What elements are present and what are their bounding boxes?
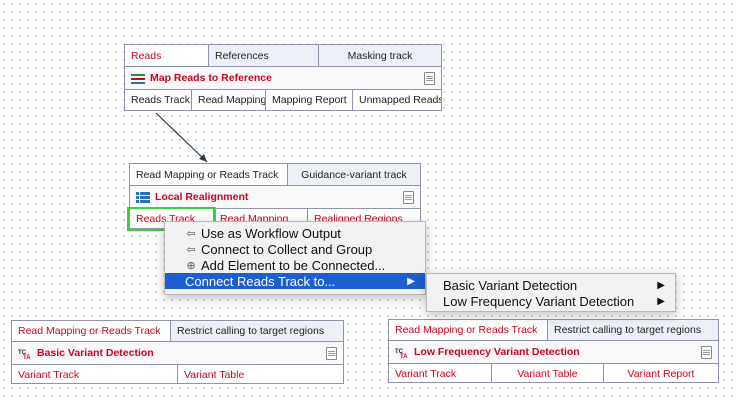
svg-text:TA: TA <box>400 354 408 358</box>
variant-icon: TC TA <box>18 350 31 359</box>
doc-icon[interactable] <box>403 190 414 204</box>
menu-item-connect-reads-track-to[interactable]: Connect Reads Track to... ▶ <box>165 273 425 289</box>
doc-icon[interactable] <box>701 345 712 359</box>
variant-icon: TC TA <box>395 349 408 358</box>
low-freq-title: Low Frequency Variant Detection <box>414 346 580 358</box>
menu-item-label: Add Element to be Connected... <box>201 257 386 273</box>
context-menu: ⇦ Use as Workflow Output ⇦ Connect to Co… <box>164 221 426 295</box>
chevron-right-icon: ▶ <box>407 275 415 287</box>
submenu: Basic Variant Detection ▶ Low Frequency … <box>426 273 676 312</box>
output-variant-table[interactable]: Variant Table <box>492 364 604 383</box>
menu-item-connect-to-collect[interactable]: ⇦ Connect to Collect and Group <box>165 241 425 257</box>
menu-item-label: Connect Reads Track to... <box>185 273 336 289</box>
input-reads[interactable]: Reads <box>125 45 209 66</box>
chevron-right-icon: ▶ <box>657 295 665 307</box>
chevron-right-icon: ▶ <box>657 279 665 291</box>
basic-variant-title: Basic Variant Detection <box>37 347 154 359</box>
map-reads-icon <box>131 73 145 84</box>
input-restrict-calling[interactable]: Restrict calling to target regions <box>548 320 718 340</box>
low-freq-variant-node[interactable]: Read Mapping or Reads Track Restrict cal… <box>388 319 719 383</box>
basic-variant-inputs: Read Mapping or Reads Track Restrict cal… <box>12 321 343 342</box>
input-masking-track[interactable]: Masking track <box>319 45 441 66</box>
menu-item-use-as-workflow-output[interactable]: ⇦ Use as Workflow Output <box>165 225 425 241</box>
submenu-item-low-frequency[interactable]: Low Frequency Variant Detection ▶ <box>427 293 675 309</box>
local-realign-inputs: Read Mapping or Reads Track Guidance-var… <box>130 164 420 186</box>
basic-variant-outputs: Variant Track Variant Table <box>12 365 343 384</box>
map-reads-header[interactable]: Map Reads to Reference <box>125 67 441 90</box>
submenu-item-label: Basic Variant Detection <box>443 277 578 293</box>
submenu-item-basic-variant[interactable]: Basic Variant Detection ▶ <box>427 277 675 293</box>
arrow-left-icon: ⇦ <box>186 243 196 256</box>
output-variant-track[interactable]: Variant Track <box>12 365 178 384</box>
menu-item-add-element[interactable]: ⊕ Add Element to be Connected... <box>165 257 425 273</box>
doc-icon[interactable] <box>326 346 337 360</box>
output-read-mapping[interactable]: Read Mapping <box>192 90 266 110</box>
menu-item-label: Use as Workflow Output <box>201 225 341 241</box>
low-freq-outputs: Variant Track Variant Table Variant Repo… <box>389 364 718 383</box>
input-read-mapping-or-reads-track[interactable]: Read Mapping or Reads Track <box>130 164 288 185</box>
output-unmapped-reads[interactable]: Unmapped Reads <box>353 90 441 110</box>
realign-icon <box>136 191 150 203</box>
reads-track-connection <box>155 112 208 163</box>
output-variant-track[interactable]: Variant Track <box>389 364 492 383</box>
output-reads-track[interactable]: Reads Track <box>125 90 192 110</box>
menu-item-label: Connect to Collect and Group <box>201 241 373 257</box>
map-reads-outputs: Reads Track Read Mapping Mapping Report … <box>125 90 441 110</box>
input-read-mapping-or-reads-track[interactable]: Read Mapping or Reads Track <box>389 320 548 340</box>
svg-text:TA: TA <box>23 355 31 359</box>
input-restrict-calling[interactable]: Restrict calling to target regions <box>171 321 343 341</box>
map-reads-title: Map Reads to Reference <box>150 72 272 84</box>
input-references[interactable]: References <box>209 45 319 66</box>
output-mapping-report[interactable]: Mapping Report <box>266 90 353 110</box>
map-reads-inputs: Reads References Masking track <box>125 45 441 67</box>
map-reads-node[interactable]: Reads References Masking track Map Reads… <box>124 44 442 111</box>
input-guidance-variant-track[interactable]: Guidance-variant track <box>288 164 420 185</box>
input-read-mapping-or-reads-track[interactable]: Read Mapping or Reads Track <box>12 321 171 341</box>
submenu-item-label: Low Frequency Variant Detection <box>443 293 635 309</box>
plus-icon: ⊕ <box>186 259 196 272</box>
arrow-left-icon: ⇦ <box>186 227 196 240</box>
basic-variant-header[interactable]: TC TA Basic Variant Detection <box>12 342 343 365</box>
low-freq-header[interactable]: TC TA Low Frequency Variant Detection <box>389 341 718 364</box>
doc-icon[interactable] <box>424 71 435 85</box>
output-variant-table[interactable]: Variant Table <box>178 365 343 384</box>
basic-variant-node[interactable]: Read Mapping or Reads Track Restrict cal… <box>11 320 344 384</box>
low-freq-inputs: Read Mapping or Reads Track Restrict cal… <box>389 320 718 341</box>
output-variant-report[interactable]: Variant Report <box>604 364 718 383</box>
local-realign-header[interactable]: Local Realignment <box>130 186 420 209</box>
local-realign-title: Local Realignment <box>155 191 249 203</box>
